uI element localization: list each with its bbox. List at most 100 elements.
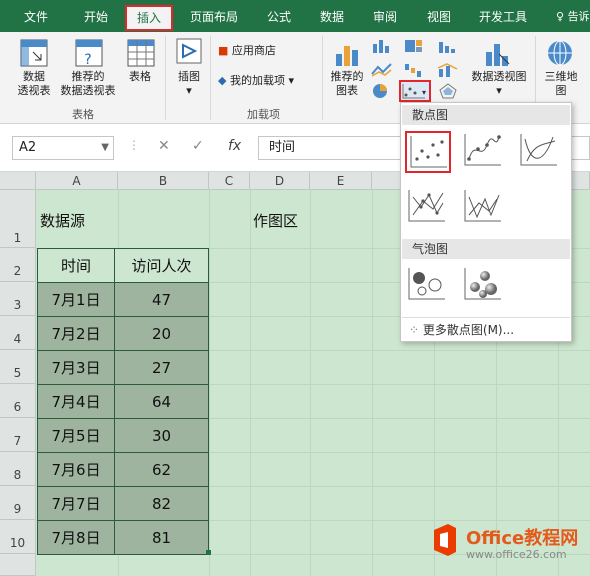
scatter-straight-markers-option[interactable] [405,187,451,229]
table-cell[interactable]: 30 [114,418,209,453]
table-row: 7月8日 81 [36,520,209,555]
column-chart-icon[interactable] [371,38,393,54]
splitter-icon[interactable]: ⋮ [128,138,140,152]
scatter-smooth-markers-option[interactable] [461,131,507,173]
dropdown-arrow-icon: ▾ [186,84,192,97]
table-cell[interactable]: 7月6日 [36,452,116,487]
store-icon: ■ [218,44,229,57]
column-header-b[interactable]: B [118,172,209,190]
scatter-smooth-markers-icon [464,134,501,166]
scatter-straight-lines-option[interactable] [461,187,507,229]
scatter-option[interactable] [405,131,451,173]
cell-b2[interactable]: 访问人次 [114,248,209,283]
table-icon [127,39,155,67]
column-header-d[interactable]: D [250,172,310,190]
scatter-chart-icon: ▾ [402,84,426,99]
table-cell[interactable]: 7月1日 [36,282,116,317]
illustrations-button[interactable]: 插图 ▾ [170,70,208,98]
tab-data[interactable]: 数据 [320,6,344,28]
row-header-10[interactable]: 10 [0,520,36,554]
row-header-9[interactable]: 9 [0,486,36,520]
table-cell[interactable]: 27 [114,350,209,385]
3d-bubble-option[interactable] [461,265,507,307]
name-box[interactable]: A2 ▼ [12,136,114,160]
pie-chart-icon[interactable] [371,82,393,100]
column-header-a[interactable]: A [36,172,118,190]
scatter-small-icon: ⁘ [409,323,420,337]
cell-a1[interactable]: 数据源 [40,210,85,231]
store-button[interactable]: ■ 应用商店 [218,44,276,58]
row-header-4[interactable]: 4 [0,316,36,350]
function-icon[interactable]: fx [228,138,241,154]
statistic-chart-icon[interactable] [437,38,459,54]
table-cell[interactable]: 64 [114,384,209,419]
row-header-8[interactable]: 8 [0,452,36,486]
column-header-e[interactable]: E [310,172,372,190]
tab-developer[interactable]: 开发工具 [479,6,527,28]
illustrations-icon [176,38,202,64]
waterfall-chart-icon[interactable] [403,62,425,78]
line-chart-icon[interactable] [371,62,393,78]
scatter-chart-button[interactable]: ▾ [399,80,431,102]
lightbulb-icon: ♀ [556,10,565,23]
table-cell[interactable]: 7月7日 [36,486,116,521]
table-cell[interactable]: 7月5日 [36,418,116,453]
row-header-5[interactable]: 5 [0,350,36,384]
tab-insert[interactable]: 插入 [125,5,173,31]
tab-review[interactable]: 审阅 [373,6,397,28]
recommended-pivot-button[interactable]: 推荐的 数据透视表 [55,70,121,98]
cell-d1[interactable]: 作图区 [253,210,298,231]
recommended-charts-icon [336,46,358,66]
ribbon-separator [165,36,166,120]
column-header-c[interactable]: C [209,172,250,190]
cancel-icon[interactable]: ✕ [158,138,170,154]
pivot-table-button[interactable]: 数据 透视表 [8,70,60,98]
table-cell[interactable]: 7月3日 [36,350,116,385]
enter-icon[interactable]: ✓ [192,138,204,154]
scatter-smooth-lines-option[interactable] [517,131,563,173]
table-cell[interactable]: 82 [114,486,209,521]
row-header-7[interactable]: 7 [0,418,36,452]
table-cell[interactable]: 20 [114,316,209,351]
pivot-table-icon [20,39,48,67]
tab-page-layout[interactable]: 页面布局 [190,6,238,28]
cell-a2[interactable]: 时间 [36,248,116,283]
radar-chart-icon[interactable] [437,82,459,100]
select-all-corner[interactable] [0,172,36,190]
bubble-icon [408,268,445,300]
row-header-6[interactable]: 6 [0,384,36,418]
pivot-chart-button[interactable]: 数据透视图 ▾ [466,70,532,98]
my-addins-button[interactable]: ◆ 我的加载项 ▾ [218,74,294,88]
dropdown-arrow-icon: ▾ [288,74,294,87]
table-cell[interactable]: 7月4日 [36,384,116,419]
office-logo-icon [434,524,456,556]
row-header-1[interactable]: 1 [0,190,36,248]
fill-handle[interactable] [206,550,211,555]
recommended-charts-button[interactable]: 推荐的 图表 [326,70,368,98]
more-scatter-charts-item[interactable]: ⁘ 更多散点图(M)... [409,321,514,338]
table-row: 7月1日 47 [36,282,209,317]
table-cell[interactable]: 47 [114,282,209,317]
tab-file[interactable]: 文件 [24,6,48,28]
section-header-scatter: 散点图 [402,105,570,125]
addins-icon: ◆ [218,74,227,87]
table-cell[interactable]: 81 [114,520,209,555]
bubble-option[interactable] [405,265,451,307]
table-row: 7月7日 82 [36,486,209,521]
table-button[interactable]: 表格 [120,70,160,84]
table-row: 7月3日 27 [36,350,209,385]
row-header-11[interactable] [0,554,36,576]
3d-map-button[interactable]: 三维地 图 [538,70,584,98]
table-row: 7月2日 20 [36,316,209,351]
row-header-3[interactable]: 3 [0,282,36,316]
combo-chart-icon[interactable] [437,62,459,78]
tab-view[interactable]: 视图 [427,6,451,28]
tab-formulas[interactable]: 公式 [267,6,291,28]
table-cell[interactable]: 7月8日 [36,520,116,555]
table-cell[interactable]: 62 [114,452,209,487]
row-header-2[interactable]: 2 [0,248,36,282]
tab-home[interactable]: 开始 [84,6,108,28]
hierarchy-chart-icon[interactable] [403,38,425,54]
table-cell[interactable]: 7月2日 [36,316,116,351]
tell-me-box[interactable]: ♀ 告诉 [556,8,590,24]
